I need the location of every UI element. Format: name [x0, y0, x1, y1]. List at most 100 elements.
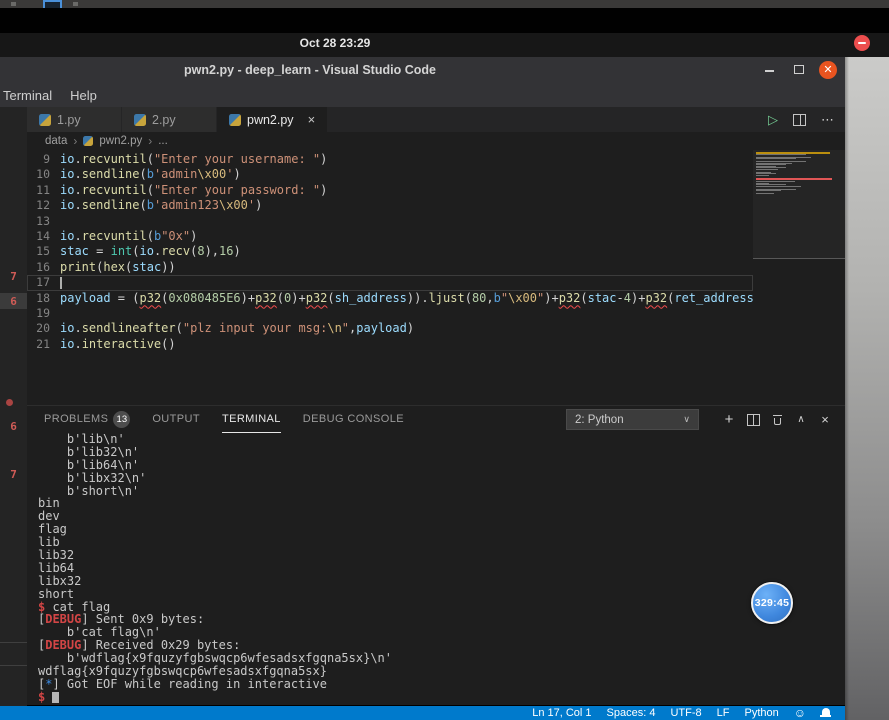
code-line[interactable]: 14io.recvuntil(b"0x")	[27, 229, 753, 244]
line-number[interactable]: 17	[27, 275, 50, 290]
panel-tab-label: TERMINAL	[222, 407, 281, 432]
line-number[interactable]: 11	[27, 183, 50, 198]
strip-marker: 7	[0, 468, 27, 481]
close-button[interactable]: ✕	[819, 61, 837, 79]
line-number[interactable]: 18	[27, 291, 50, 306]
sliver-mark	[11, 2, 16, 6]
breadcrumb-item[interactable]: data	[45, 135, 67, 147]
panel-tab-label: PROBLEMS	[44, 407, 108, 432]
code-line[interactable]: 18payload = (p32(0x080485E6)+p32(0)+p32(…	[27, 291, 753, 306]
chevron-right-icon: ›	[148, 134, 152, 148]
split-editor-icon[interactable]	[793, 114, 806, 126]
panel-tab-label: OUTPUT	[152, 407, 200, 432]
code-text: io.sendlineafter("plz input your msg:\n"…	[60, 321, 414, 336]
strip-marker: 6	[0, 295, 27, 308]
status-item-ln-17-col-1[interactable]: Ln 17, Col 1	[532, 707, 591, 719]
menu-item-help[interactable]: Help	[70, 88, 97, 103]
terminal-output[interactable]: b'lib\n' b'lib32\n' b'lib64\n' b'libx32\…	[38, 433, 828, 704]
terminal-line: b'short\n'	[38, 485, 828, 498]
tab-1-py[interactable]: 1.py	[27, 107, 122, 132]
terminal-line: lib32	[38, 549, 828, 562]
more-actions-icon[interactable]: ⋯	[821, 112, 835, 128]
python-icon	[229, 114, 241, 126]
breadcrumb-item[interactable]: ...	[158, 135, 168, 147]
do-not-disturb-icon[interactable]	[854, 35, 870, 51]
line-number[interactable]: 10	[27, 167, 50, 182]
terminal-line: b'lib\n'	[38, 433, 828, 446]
code-line[interactable]: 9io.recvuntil("Enter your username: ")	[27, 152, 753, 167]
minimap-slider[interactable]	[753, 150, 845, 259]
code-line[interactable]: 11io.recvuntil("Enter your password: ")	[27, 183, 753, 198]
line-number[interactable]: 15	[27, 244, 50, 259]
panel-tab-terminal[interactable]: TERMINAL	[222, 407, 281, 433]
code-area[interactable]: 9io.recvuntil("Enter your username: ")10…	[27, 152, 753, 352]
code-line[interactable]: 12 io.sendline(b'admin123\x00')	[27, 198, 753, 213]
chevron-down-icon: ∨	[683, 414, 690, 425]
tab-pwn2-py[interactable]: pwn2.py×	[217, 107, 328, 132]
maximize-panel-button[interactable]: ∧	[789, 409, 813, 430]
editor-actions: ▷ ⋯	[700, 107, 845, 132]
status-item-python[interactable]: Python	[744, 707, 778, 719]
panel-tab-problems[interactable]: PROBLEMS 13	[44, 407, 130, 432]
strip-marker: 7	[0, 270, 27, 283]
problems-count-badge: 13	[113, 411, 130, 428]
code-line[interactable]: 13	[27, 214, 753, 229]
strip-divider	[0, 642, 27, 643]
new-terminal-button[interactable]: +	[717, 409, 741, 430]
split-terminal-button[interactable]	[741, 409, 765, 430]
line-number[interactable]: 13	[27, 214, 50, 229]
maximize-button[interactable]	[794, 65, 804, 74]
terminal-line: bin	[38, 497, 828, 510]
status-item-spaces[interactable]: Spaces: 4	[607, 707, 656, 719]
panel-tab-label: DEBUG CONSOLE	[303, 407, 404, 432]
line-number[interactable]: 20	[27, 321, 50, 336]
feedback-icon[interactable]: ☺	[794, 707, 806, 719]
recording-timer-overlay[interactable]: 329:45	[751, 582, 793, 624]
status-item-utf-8[interactable]: UTF-8	[670, 707, 701, 719]
line-number[interactable]: 12	[27, 198, 50, 213]
line-number[interactable]: 21	[27, 337, 50, 352]
code-line[interactable]: 21 io.interactive()	[27, 337, 753, 352]
code-text: io.sendline(b'admin123\x00')	[60, 198, 262, 213]
gnome-top-bar	[0, 33, 889, 57]
terminal-line: short	[38, 588, 828, 601]
python-icon	[39, 114, 51, 126]
tab-label: 1.py	[57, 113, 81, 127]
close-panel-button[interactable]: ×	[813, 409, 837, 430]
code-line[interactable]: 16print(hex(stac))	[27, 260, 753, 275]
breadcrumb[interactable]: data › pwn2.py ›...	[27, 132, 845, 150]
run-python-file-button[interactable]: ▷	[768, 112, 778, 128]
line-number[interactable]: 14	[27, 229, 50, 244]
code-line[interactable]: 10 io.sendline(b'admin\x00')	[27, 167, 753, 182]
terminal-line: $	[38, 691, 828, 704]
breadcrumb-item[interactable]: pwn2.py	[99, 135, 142, 147]
python-icon	[134, 114, 146, 126]
code-text: io.interactive()	[60, 337, 176, 352]
line-number[interactable]: 9	[27, 152, 50, 167]
notifications-bell-icon[interactable]	[821, 708, 830, 718]
code-line[interactable]: 17	[27, 275, 753, 290]
overview-ruler[interactable]	[833, 150, 845, 405]
code-text: io.sendline(b'admin\x00')	[60, 167, 241, 182]
code-line[interactable]: 19	[27, 306, 753, 321]
terminal-select[interactable]: 2: Python ∨	[566, 409, 699, 430]
panel-tab-output[interactable]: OUTPUT	[152, 407, 200, 432]
chevron-right-icon: ›	[73, 134, 77, 148]
tab-close-icon[interactable]: ×	[308, 113, 316, 126]
terminal-line: libx32	[38, 575, 828, 588]
terminal-line: b'lib32\n'	[38, 446, 828, 459]
kill-terminal-button[interactable]	[765, 409, 789, 430]
line-number[interactable]: 19	[27, 306, 50, 321]
minimize-button[interactable]	[765, 70, 774, 72]
tab-2-py[interactable]: 2.py	[122, 107, 217, 132]
code-line[interactable]: 15stac = int(io.recv(8),16)	[27, 244, 753, 259]
desktop-background	[845, 57, 889, 720]
breakpoint-dot-icon	[6, 399, 13, 406]
code-text	[60, 275, 62, 290]
clock[interactable]: Oct 28 23:29	[255, 36, 415, 50]
panel-tab-debug-console[interactable]: DEBUG CONSOLE	[303, 407, 404, 432]
menu-item-terminal[interactable]: Terminal	[3, 88, 52, 103]
line-number[interactable]: 16	[27, 260, 50, 275]
code-line[interactable]: 20 io.sendlineafter("plz input your msg:\…	[27, 321, 753, 336]
status-item-lf[interactable]: LF	[717, 707, 730, 719]
